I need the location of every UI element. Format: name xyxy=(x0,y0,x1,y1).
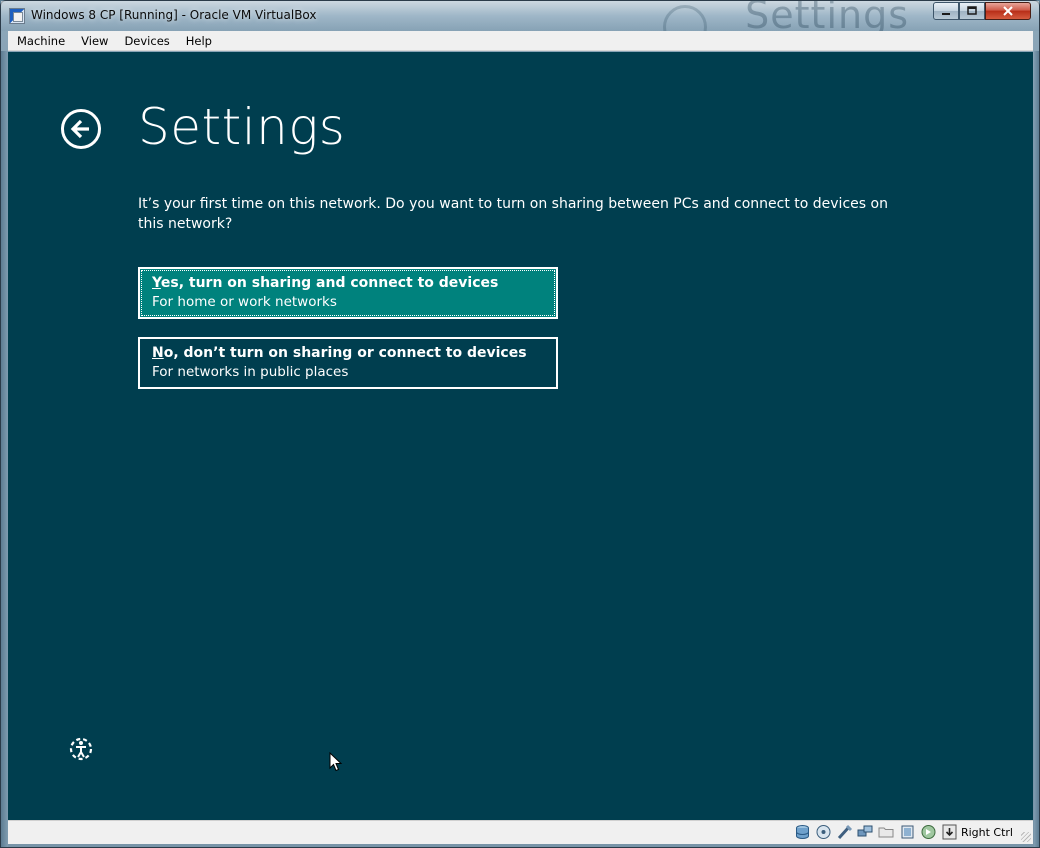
close-icon xyxy=(1003,6,1013,16)
mouse-pointer-icon xyxy=(329,751,343,772)
page-title: Settings xyxy=(138,98,346,156)
window-right-border xyxy=(1034,51,1039,847)
menu-bar: Machine View Devices Help xyxy=(8,31,1033,51)
mouse-pointer xyxy=(329,751,343,776)
optical-drive-icon[interactable] xyxy=(815,824,832,840)
option-yes-accelerator: Y xyxy=(152,275,161,291)
network-sharing-prompt: It’s your first time on this network. Do… xyxy=(138,196,888,232)
window-left-border xyxy=(1,51,8,847)
ease-of-access-icon xyxy=(69,737,93,761)
usb-icon[interactable] xyxy=(836,824,853,840)
option-turn-on-sharing[interactable]: Yes, turn on sharing and connect to devi… xyxy=(138,267,558,319)
status-icons: Right Ctrl xyxy=(790,824,1013,840)
option-no-label-text: o, don’t turn on sharing or connect to d… xyxy=(163,345,527,361)
window-controls xyxy=(933,2,1031,20)
keyboard-capture-icon[interactable] xyxy=(941,824,958,840)
title-bar[interactable]: Settings Windows 8 CP [Running] - Oracle… xyxy=(1,0,1039,49)
option-no-accelerator: N xyxy=(152,345,164,361)
menu-view[interactable]: View xyxy=(72,34,115,48)
resize-grip[interactable] xyxy=(1021,832,1031,842)
hard-disk-icon[interactable] xyxy=(794,824,811,840)
option-no-label: No, don’t turn on sharing or connect to … xyxy=(152,344,544,363)
status-bar: Right Ctrl xyxy=(8,820,1033,844)
restore-button[interactable] xyxy=(959,2,985,20)
mouse-integration-icon[interactable] xyxy=(920,824,937,840)
restore-icon xyxy=(967,6,977,15)
menu-help[interactable]: Help xyxy=(177,34,219,48)
option-yes-label: Yes, turn on sharing and connect to devi… xyxy=(152,274,544,293)
virtualbox-window: Settings Windows 8 CP [Running] - Oracle… xyxy=(0,0,1040,848)
host-key-label: Right Ctrl xyxy=(960,825,1013,839)
option-no-description: For networks in public places xyxy=(152,364,349,380)
display-icon[interactable] xyxy=(899,824,916,840)
option-dont-turn-on-sharing[interactable]: No, don’t turn on sharing or connect to … xyxy=(138,337,558,389)
ease-of-access-button[interactable] xyxy=(68,736,94,762)
minimize-icon xyxy=(942,13,950,15)
minimize-button[interactable] xyxy=(933,2,959,20)
menu-devices[interactable]: Devices xyxy=(115,34,176,48)
network-icon[interactable] xyxy=(857,824,874,840)
shared-folders-icon[interactable] xyxy=(878,824,895,840)
menu-machine[interactable]: Machine xyxy=(8,34,72,48)
back-arrow-icon xyxy=(70,119,89,139)
option-yes-description: For home or work networks xyxy=(152,294,337,310)
window-title: Windows 8 CP [Running] - Oracle VM Virtu… xyxy=(31,8,317,22)
close-button[interactable] xyxy=(985,2,1031,20)
option-yes-label-text: es, turn on sharing and connect to devic… xyxy=(160,275,499,291)
virtualbox-app-icon[interactable] xyxy=(9,8,25,24)
guest-screen[interactable]: Settings It’s your first time on this ne… xyxy=(8,52,1033,820)
back-button[interactable] xyxy=(61,109,101,149)
